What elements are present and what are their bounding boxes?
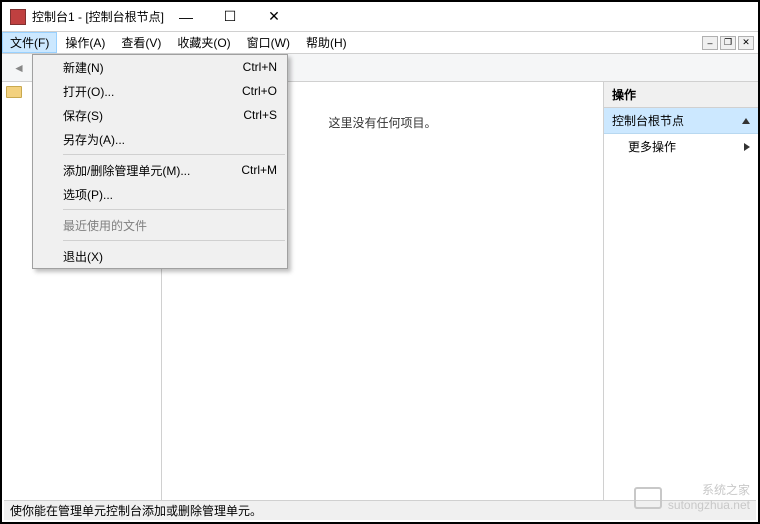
actions-more[interactable]: 更多操作 <box>604 134 758 159</box>
menubar: 文件(F) 操作(A) 查看(V) 收藏夹(O) 窗口(W) 帮助(H) – ❐… <box>2 32 758 54</box>
mdi-close-button[interactable]: ✕ <box>738 36 754 50</box>
app-icon <box>10 9 26 25</box>
mdi-restore-button[interactable]: ❐ <box>720 36 736 50</box>
empty-message: 这里没有任何项目。 <box>328 114 436 131</box>
actions-section-label: 控制台根节点 <box>612 112 684 129</box>
window-title: 控制台1 - [控制台根节点] <box>32 8 164 25</box>
back-button[interactable]: ◄ <box>8 57 30 79</box>
menu-view[interactable]: 查看(V) <box>113 32 169 53</box>
menu-exit[interactable]: 退出(X) <box>33 244 287 268</box>
menu-file[interactable]: 文件(F) <box>2 32 57 53</box>
menu-recent: 最近使用的文件 <box>33 213 287 237</box>
shortcut: Ctrl+O <box>242 84 277 98</box>
window-controls: — ☐ ✕ <box>164 3 296 31</box>
close-button[interactable]: ✕ <box>252 3 296 31</box>
window-titlebar: 控制台1 - [控制台根节点] — ☐ ✕ <box>2 2 758 32</box>
shortcut: Ctrl+M <box>241 163 277 177</box>
maximize-button[interactable]: ☐ <box>208 3 252 31</box>
menu-options[interactable]: 选项(P)... <box>33 182 287 206</box>
menu-separator <box>63 209 285 210</box>
actions-section[interactable]: 控制台根节点 <box>604 108 758 134</box>
statusbar-text: 使你能在管理单元控制台添加或删除管理单元。 <box>10 502 262 519</box>
menu-save[interactable]: 保存(S) Ctrl+S <box>33 103 287 127</box>
file-dropdown: 新建(N) Ctrl+N 打开(O)... Ctrl+O 保存(S) Ctrl+… <box>32 54 288 269</box>
actions-more-label: 更多操作 <box>628 138 676 155</box>
menu-favorites[interactable]: 收藏夹(O) <box>169 32 238 53</box>
menu-open[interactable]: 打开(O)... Ctrl+O <box>33 79 287 103</box>
shortcut: Ctrl+S <box>243 108 277 122</box>
actions-header: 操作 <box>604 82 758 108</box>
menu-separator <box>63 154 285 155</box>
menu-separator <box>63 240 285 241</box>
menu-new[interactable]: 新建(N) Ctrl+N <box>33 55 287 79</box>
mdi-controls: – ❐ ✕ <box>702 32 758 53</box>
folder-icon <box>6 86 22 98</box>
shortcut: Ctrl+N <box>243 60 277 74</box>
menu-action[interactable]: 操作(A) <box>57 32 113 53</box>
minimize-button[interactable]: — <box>164 3 208 31</box>
menu-window[interactable]: 窗口(W) <box>239 32 298 53</box>
submenu-icon <box>744 143 750 151</box>
collapse-icon <box>742 118 750 124</box>
statusbar: 使你能在管理单元控制台添加或删除管理单元。 <box>4 500 756 520</box>
menu-add-remove-snapin[interactable]: 添加/删除管理单元(M)... Ctrl+M <box>33 158 287 182</box>
menu-help[interactable]: 帮助(H) <box>298 32 355 53</box>
mdi-minimize-button[interactable]: – <box>702 36 718 50</box>
menu-saveas[interactable]: 另存为(A)... <box>33 127 287 151</box>
actions-pane: 操作 控制台根节点 更多操作 <box>603 82 758 502</box>
